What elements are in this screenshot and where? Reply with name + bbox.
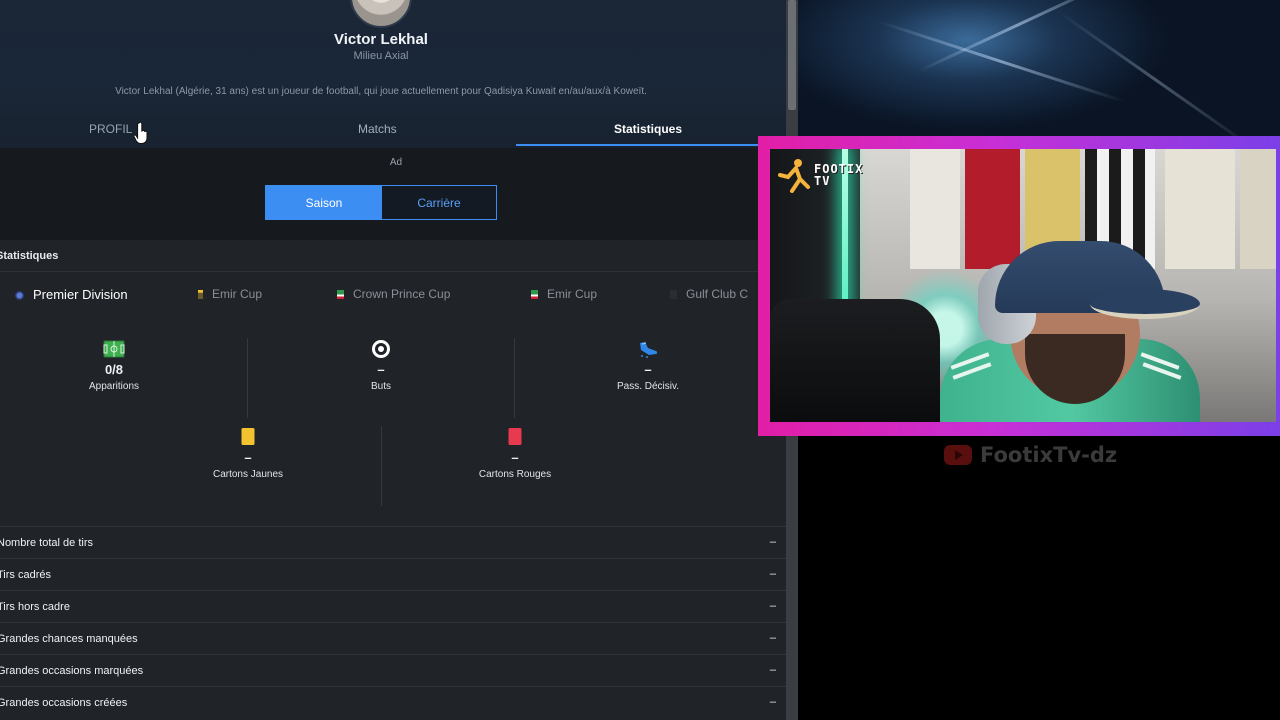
stat-label: Buts bbox=[370, 381, 391, 392]
competition-label: Emir Cup bbox=[547, 287, 598, 301]
jersey bbox=[965, 149, 1020, 269]
saison-button[interactable]: Saison bbox=[266, 186, 382, 219]
stat-passes-decisives: – Pass. Décisiv. bbox=[568, 338, 728, 392]
list-item: Grandes occasions marquées – bbox=[0, 654, 786, 686]
season-career-toggle: Saison Carrière bbox=[265, 185, 497, 220]
mouse-cursor-icon bbox=[133, 121, 148, 144]
channel-name: FootixTv-dz bbox=[980, 443, 1118, 467]
competition-label: Emir Cup bbox=[212, 287, 263, 301]
stat-buts: – Buts bbox=[301, 338, 461, 392]
stat-value: – bbox=[511, 450, 519, 465]
stat-detail-list: Nombre total de tirs – Tirs cadrés – Tirs … bbox=[0, 526, 786, 718]
stat-label: Cartons Rouges bbox=[478, 469, 552, 480]
divider bbox=[514, 338, 515, 418]
avatar bbox=[350, 0, 412, 28]
stat-label: Apparitions bbox=[88, 381, 140, 392]
competition-selector: Premier Division Emir Cup Crown Prince C… bbox=[0, 286, 760, 306]
boot-icon bbox=[568, 338, 728, 360]
light-beam bbox=[917, 0, 1119, 73]
pitch-icon bbox=[34, 338, 194, 360]
red-card-icon bbox=[435, 426, 595, 448]
stat-apparitions: 0/8 Apparitions bbox=[34, 338, 194, 392]
cam-logo-text: FOOTIX TV bbox=[814, 162, 864, 188]
divider bbox=[381, 426, 382, 506]
youtube-icon bbox=[944, 445, 972, 465]
player-silhouette-icon bbox=[778, 159, 810, 193]
stat-cartons-jaunes: – Cartons Jaunes bbox=[168, 426, 328, 480]
stat-value: – bbox=[377, 362, 385, 377]
footix-logo: FOOTIX TV bbox=[778, 157, 868, 197]
stats-section-title: Statistiques bbox=[0, 250, 59, 262]
divider bbox=[0, 271, 760, 272]
list-item: Tirs hors cadre – bbox=[0, 590, 786, 622]
active-tab-indicator bbox=[516, 144, 760, 146]
divider bbox=[247, 338, 248, 418]
stat-label: Cartons Jaunes bbox=[212, 469, 284, 480]
scrollbar-thumb[interactable] bbox=[788, 0, 796, 110]
competition-crown-prince-cup[interactable]: Crown Prince Cup bbox=[337, 287, 450, 301]
cap-brim bbox=[1090, 289, 1200, 319]
webcam-feed: FOOTIX TV bbox=[770, 149, 1276, 422]
stat-row-value: – bbox=[769, 568, 776, 580]
stat-row-label: Grandes occasions créées bbox=[0, 697, 128, 709]
stat-row-value: – bbox=[769, 536, 776, 548]
flag-icon bbox=[531, 290, 538, 299]
yellow-card-icon bbox=[168, 426, 328, 448]
stat-row-label: Nombre total de tirs bbox=[0, 537, 93, 549]
competition-gulf-club[interactable]: Gulf Club C bbox=[670, 287, 748, 301]
stat-row-value: – bbox=[769, 600, 776, 612]
stat-row-label: Grandes occasions marquées bbox=[0, 665, 144, 677]
stream-light-background bbox=[798, 0, 1280, 140]
stat-row-value: – bbox=[769, 696, 776, 708]
stat-cartons-rouges: – Cartons Rouges bbox=[435, 426, 595, 480]
cup-logo-icon bbox=[670, 290, 677, 299]
competition-premier-division[interactable]: Premier Division bbox=[15, 287, 128, 302]
player-name: Victor Lekhal bbox=[334, 31, 428, 48]
league-logo-icon bbox=[15, 291, 24, 300]
competition-emir-cup-2[interactable]: Emir Cup bbox=[531, 287, 597, 301]
tab-matchs[interactable]: Matchs bbox=[358, 122, 397, 136]
chair bbox=[770, 299, 940, 422]
ball-icon bbox=[301, 338, 461, 360]
tab-bar: PROFIL Matchs Statistiques bbox=[0, 116, 760, 146]
stat-row-value: – bbox=[769, 664, 776, 676]
stat-row-label: Tirs cadrés bbox=[0, 569, 51, 581]
competition-emir-cup[interactable]: Emir Cup bbox=[198, 287, 262, 301]
list-item: Nombre total de tirs – bbox=[0, 526, 786, 558]
tab-statistiques[interactable]: Statistiques bbox=[614, 122, 682, 136]
cup-logo-icon bbox=[198, 290, 203, 299]
tab-profil[interactable]: PROFIL bbox=[89, 122, 132, 136]
stat-row-label: Grandes chances manquées bbox=[0, 633, 138, 645]
jersey bbox=[1165, 149, 1235, 269]
stat-value: 0/8 bbox=[104, 362, 124, 377]
carriere-button[interactable]: Carrière bbox=[382, 186, 496, 219]
list-item: Grandes chances manquées – bbox=[0, 622, 786, 654]
list-item: Grandes occasions créées – bbox=[0, 686, 786, 718]
stat-label: Pass. Décisiv. bbox=[616, 381, 680, 392]
stat-value: – bbox=[644, 362, 652, 377]
stat-value: – bbox=[244, 450, 252, 465]
player-stats-app: Victor Lekhal Milieu Axial Victor Lekhal… bbox=[0, 0, 786, 720]
channel-brand: FootixTv-dz bbox=[944, 441, 1117, 469]
jersey bbox=[1240, 149, 1276, 269]
ad-label: Ad bbox=[389, 157, 403, 168]
stat-row-label: Tirs hors cadre bbox=[0, 601, 70, 613]
jersey bbox=[910, 149, 960, 269]
competition-label: Crown Prince Cup bbox=[353, 287, 451, 301]
screen: Victor Lekhal Milieu Axial Victor Lekhal… bbox=[0, 0, 1280, 720]
light-beam bbox=[1057, 10, 1256, 140]
competition-label: Premier Division bbox=[33, 287, 128, 302]
player-position: Milieu Axial bbox=[353, 50, 409, 62]
webcam-frame: FOOTIX TV bbox=[758, 136, 1280, 436]
flag-icon bbox=[337, 290, 344, 299]
stat-row-value: – bbox=[769, 632, 776, 644]
competition-label: Gulf Club C bbox=[686, 287, 749, 301]
player-bio: Victor Lekhal (Algérie, 31 ans) est un j… bbox=[115, 86, 647, 97]
list-item: Tirs cadrés – bbox=[0, 558, 786, 590]
